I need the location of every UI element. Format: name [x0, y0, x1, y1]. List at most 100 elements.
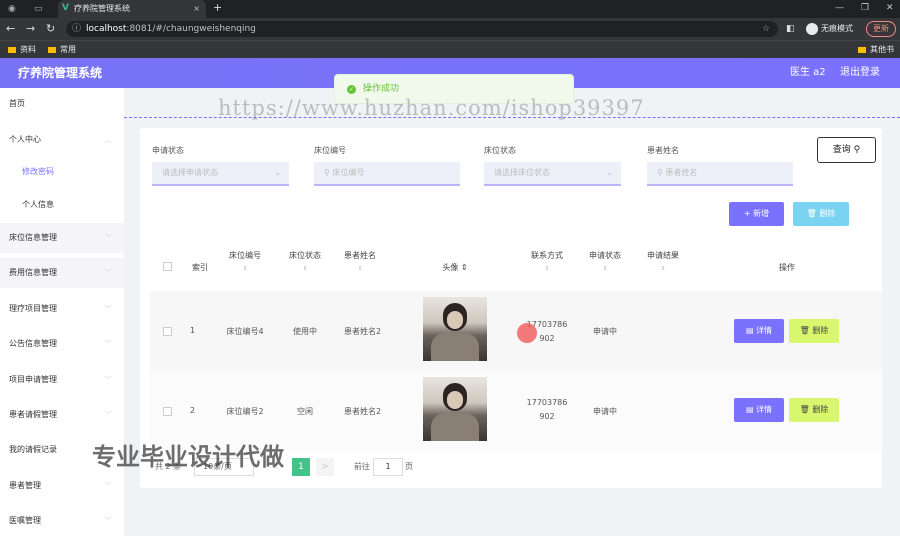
row-checkbox[interactable] [163, 407, 172, 416]
tab-title: 疗养院管理系统 [74, 4, 130, 13]
th-actions: 操作 [779, 263, 795, 272]
browser-tab[interactable]: V 疗养院管理系统 × [58, 0, 206, 18]
trash-icon: 🗑 [799, 405, 813, 414]
sort-icon[interactable]: ⇕ [335, 265, 385, 272]
cell-bed-no: 床位编号2 [226, 407, 264, 416]
cell-apply-status: 申请中 [593, 407, 617, 416]
check-circle-icon: ✓ [347, 85, 356, 94]
sidebar-item-patients[interactable]: 患者管理 ﹀ [0, 471, 124, 501]
window-icon[interactable]: ▭ [34, 3, 43, 15]
chevron-down-icon: ﹀ [105, 340, 112, 348]
row-checkbox[interactable] [163, 327, 172, 336]
th-apply-status[interactable]: 申请状态 ⇕ [580, 238, 630, 290]
next-page-button[interactable]: > [316, 458, 334, 476]
sort-icon[interactable]: ⇕ [220, 265, 270, 272]
close-window-icon[interactable]: ✕ [886, 0, 894, 16]
filter-bed-status-label: 床位状态 [484, 146, 516, 155]
delete-button[interactable]: 🗑 删除 [789, 319, 839, 343]
back-icon[interactable]: ← [6, 22, 15, 36]
toast-message: 操作成功 [363, 84, 400, 94]
url-path: :8081/#/chaungweishenqing [126, 24, 256, 34]
cell-bed-no: 床位编号4 [226, 327, 264, 336]
filter-bed-no-label: 床位编号 [314, 146, 346, 155]
cell-phone-line2: 902 [539, 412, 555, 421]
batch-delete-button[interactable]: 🗑 删除 [793, 202, 849, 226]
cell-apply-status: 申请中 [593, 327, 617, 336]
th-patient[interactable]: 患者姓名 ⇕ [335, 238, 385, 290]
page-number-current[interactable]: 1 [292, 458, 310, 476]
reload-icon[interactable]: ↻ [46, 22, 55, 36]
folder-icon [858, 46, 866, 53]
sidepanel-icon[interactable]: ◧ [786, 22, 795, 36]
delete-button[interactable]: 🗑 删除 [789, 398, 839, 422]
bookmarks-bar: 资料 常用 其他书签 [0, 40, 900, 71]
new-tab-icon[interactable]: + [213, 0, 222, 16]
bed-no-input[interactable]: ⚲ 床位编号 [314, 162, 460, 186]
folder-icon [48, 46, 56, 53]
cell-bed-status: 空闲 [297, 407, 313, 416]
trash-icon: 🗑 [799, 326, 813, 335]
th-apply-result[interactable]: 申请结果 ⇕ [638, 238, 688, 290]
sidebar-item-notice[interactable]: 公告信息管理 ﹀ [0, 329, 124, 359]
sort-icon[interactable]: ⇕ [280, 265, 330, 272]
cell-phone-line1: 17703786 [526, 398, 568, 407]
incognito-indicator[interactable]: 无痕模式 [806, 21, 853, 37]
th-phone[interactable]: 联系方式 ⇕ [522, 238, 572, 290]
sidebar-item-bed-info[interactable]: 床位信息管理 ﹀ [0, 223, 124, 253]
select-all-checkbox[interactable] [163, 262, 172, 271]
patient-name-input[interactable]: ⚲ 患者姓名 [647, 162, 793, 186]
th-avatar[interactable]: 头像 ⇕ [430, 238, 480, 290]
forward-icon[interactable]: → [26, 22, 35, 36]
logout-link[interactable]: 退出登录 [840, 58, 880, 88]
sidebar-item-therapy[interactable]: 理疗项目管理 ﹀ [0, 294, 124, 324]
bed-status-select[interactable]: 请选择床位状态 ⌄ [484, 162, 621, 186]
goto-label: 前往 [354, 462, 370, 471]
sidebar-item-orders[interactable]: 医嘱管理 ﹀ [0, 506, 124, 536]
address-bar-row: ← → ↻ ⓘ localhost:8081/#/chaungweishenqi… [0, 18, 900, 40]
maximize-icon[interactable]: ❐ [861, 0, 869, 16]
sidebar-item-home[interactable]: 首页 [0, 89, 124, 119]
cell-index: 1 [189, 326, 196, 335]
cell-bed-status: 使用中 [293, 327, 317, 336]
bookmark-ziliao[interactable]: 资料 [8, 41, 36, 58]
sidebar-item-change-password[interactable]: 修改密码 [0, 157, 124, 187]
th-bed-status[interactable]: 床位状态 ⇕ [280, 238, 330, 290]
chevron-down-icon: ﹀ [105, 305, 112, 313]
th-bed-no[interactable]: 床位编号 ⇕ [220, 238, 270, 290]
query-button[interactable]: 查询 ⚲ [817, 137, 876, 163]
site-info-icon[interactable]: ⓘ [72, 21, 81, 37]
page-unit-label: 页 [405, 462, 413, 471]
sort-icon[interactable]: ⇕ [580, 265, 630, 272]
url-host: localhost [86, 24, 127, 34]
bookmark-changyong[interactable]: 常用 [48, 41, 76, 58]
sidebar-item-personal-info[interactable]: 个人信息 [0, 190, 124, 220]
table-row: 1 床位编号4 使用中 患者姓名2 17703786 902 申请中 ▤ 详情 … [150, 291, 882, 371]
th-index: 索引 [192, 263, 208, 272]
sidebar-item-personal-center[interactable]: 个人中心 ︿ [0, 125, 124, 155]
minimize-icon[interactable]: — [835, 0, 844, 16]
update-button[interactable]: 更新 [866, 21, 896, 37]
sort-icon[interactable]: ⇕ [522, 265, 572, 272]
chevron-up-icon: ︿ [105, 136, 112, 144]
browser-menu-icon[interactable]: ◉ [8, 3, 16, 15]
bookmark-star-icon[interactable]: ☆ [762, 21, 770, 37]
detail-button[interactable]: ▤ 详情 [734, 398, 784, 422]
tab-close-icon[interactable]: × [193, 0, 200, 18]
folder-icon [8, 46, 16, 53]
url-input[interactable]: ⓘ localhost:8081/#/chaungweishenqing ☆ [66, 21, 778, 37]
search-icon: ⚲ [853, 145, 861, 155]
sidebar-item-patient-leave[interactable]: 患者请假管理 ﹀ [0, 400, 124, 430]
status-select[interactable]: 请选择申请状态 ⌄ [152, 162, 289, 186]
document-icon: ▤ [745, 326, 757, 335]
add-button[interactable]: + 新增 [729, 202, 784, 226]
detail-button[interactable]: ▤ 详情 [734, 319, 784, 343]
sort-icon[interactable]: ⇕ [461, 263, 468, 272]
chevron-down-icon: ﹀ [105, 269, 112, 277]
chevron-down-icon: ⌄ [606, 168, 613, 177]
sort-icon[interactable]: ⇕ [638, 265, 688, 272]
sidebar-item-fee-info[interactable]: 费用信息管理 ﹀ [0, 258, 124, 288]
chevron-down-icon: ﹀ [105, 234, 112, 242]
goto-page-input[interactable]: 1 [373, 458, 403, 476]
chevron-down-icon: ⌄ [274, 168, 281, 177]
sidebar-item-project-apply[interactable]: 项目申请管理 ﹀ [0, 365, 124, 395]
